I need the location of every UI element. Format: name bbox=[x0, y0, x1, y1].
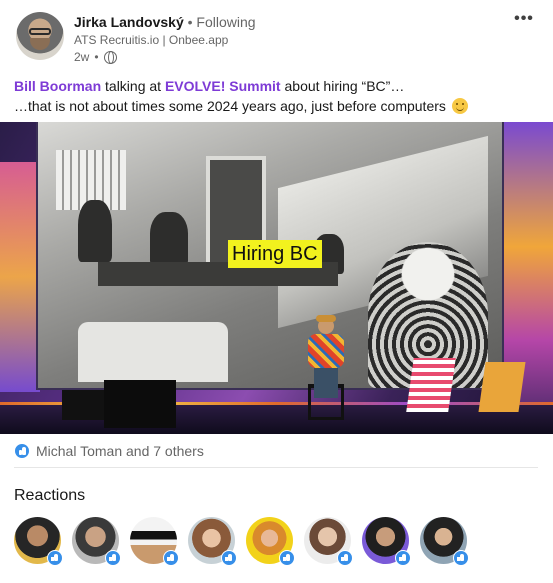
post-time[interactable]: 2w bbox=[74, 50, 89, 64]
screen-person bbox=[78, 200, 112, 262]
like-icon bbox=[337, 550, 353, 566]
speaker-figure bbox=[306, 315, 346, 408]
like-icon bbox=[163, 550, 179, 566]
screen-person bbox=[150, 212, 188, 266]
post-text-line2: …that is not about times some 2024 years… bbox=[14, 98, 446, 114]
reaction-summary-text[interactable]: Michal Toman and 7 others bbox=[36, 443, 204, 459]
like-icon bbox=[395, 550, 411, 566]
post-meta: 2w • bbox=[74, 50, 117, 64]
author-name[interactable]: Jirka Landovský bbox=[74, 14, 184, 30]
reactor-avatar[interactable] bbox=[130, 517, 179, 566]
speaker-legs bbox=[314, 368, 338, 398]
reactor-avatar[interactable] bbox=[188, 517, 237, 566]
stage-left-decoration bbox=[0, 162, 40, 392]
meta-separator: • bbox=[94, 50, 99, 64]
reactor-avatar[interactable] bbox=[362, 517, 411, 566]
speaker-hat bbox=[316, 315, 336, 322]
speaker-shirt bbox=[308, 334, 344, 368]
author-headline: ATS Recruitis.io | Onbee.app bbox=[74, 33, 229, 47]
avatar-glasses bbox=[29, 28, 51, 35]
reactor-avatar[interactable] bbox=[246, 517, 295, 566]
like-icon bbox=[47, 550, 63, 566]
reaction-summary[interactable]: Michal Toman and 7 others bbox=[14, 443, 204, 459]
reactor-avatar[interactable] bbox=[304, 517, 353, 566]
like-icon bbox=[279, 550, 295, 566]
author-name-line: Jirka Landovský • Following bbox=[74, 14, 256, 30]
smile-emoji-icon bbox=[451, 98, 468, 114]
like-icon bbox=[453, 550, 469, 566]
like-icon bbox=[14, 443, 30, 459]
like-icon bbox=[105, 550, 121, 566]
divider bbox=[14, 467, 538, 468]
post-header: Jirka Landovský • Following ATS Recruiti… bbox=[16, 10, 538, 68]
mention-evolve-summit[interactable]: EVOLVE! Summit bbox=[165, 78, 281, 94]
like-icon bbox=[221, 550, 237, 566]
slide-label: Hiring BC bbox=[228, 240, 322, 268]
post-text-part1: talking at bbox=[101, 78, 165, 94]
reactor-avatar[interactable] bbox=[420, 517, 469, 566]
reactor-avatar[interactable] bbox=[72, 517, 121, 566]
reactions-title: Reactions bbox=[14, 487, 86, 504]
more-icon: ••• bbox=[514, 10, 534, 27]
follow-status[interactable]: Following bbox=[196, 14, 255, 30]
stage-deckchair bbox=[406, 358, 456, 412]
reactor-list bbox=[14, 517, 469, 566]
avatar-beard bbox=[30, 38, 50, 50]
post-image[interactable]: Hiring BC bbox=[0, 122, 553, 434]
more-options-button[interactable]: ••• bbox=[510, 10, 538, 30]
post-text-part2: about hiring “BC”… bbox=[280, 78, 405, 94]
stage-deckchair bbox=[478, 362, 526, 412]
presentation-screen: Hiring BC bbox=[38, 122, 502, 388]
author-avatar[interactable] bbox=[16, 12, 64, 60]
globe-icon bbox=[103, 50, 117, 64]
mention-bill-boorman[interactable]: Bill Boorman bbox=[14, 78, 101, 94]
stage-speaker-box bbox=[104, 380, 176, 428]
post-text: Bill Boorman talking at EVOLVE! Summit a… bbox=[14, 76, 540, 116]
stage-monitor bbox=[62, 390, 106, 420]
screen-typewriter bbox=[78, 322, 228, 382]
reactor-avatar[interactable] bbox=[14, 517, 63, 566]
